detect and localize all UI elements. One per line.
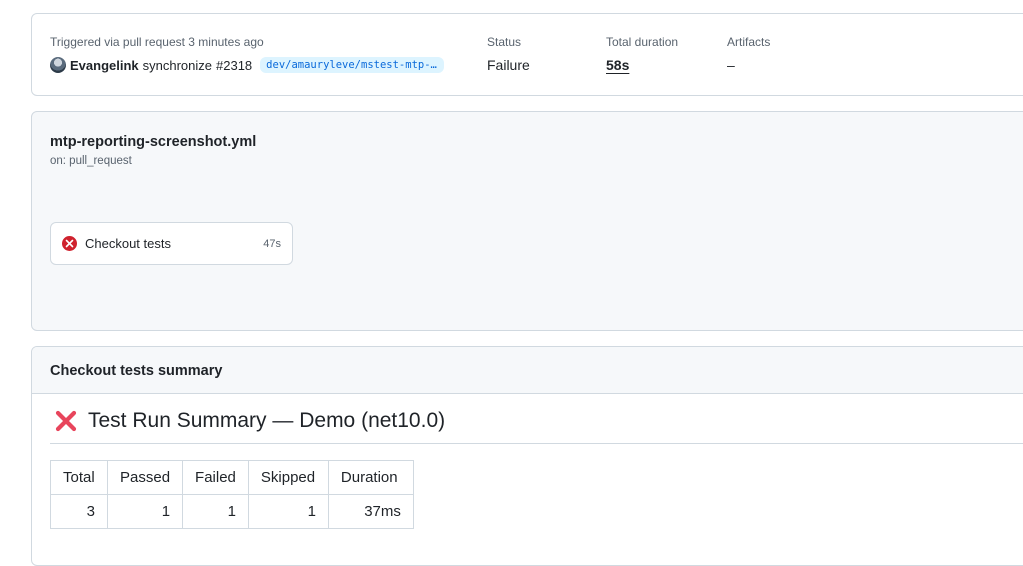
status-label: Status xyxy=(487,35,522,49)
cell-failed: 1 xyxy=(182,494,249,529)
job-checkout-tests[interactable]: Checkout tests 47s xyxy=(50,222,293,265)
duration-label: Total duration xyxy=(606,35,679,49)
duration-link[interactable]: 58s xyxy=(606,57,678,73)
avatar[interactable] xyxy=(50,57,66,73)
summary-heading-text: Test Run Summary — Demo (net10.0) xyxy=(88,409,446,432)
header-skipped: Skipped xyxy=(247,460,329,495)
summary-header: Checkout tests summary xyxy=(32,347,1023,394)
branch-label[interactable]: dev/amauryleve/mstest-mtp-b… xyxy=(260,57,445,73)
artifacts-value: – xyxy=(727,57,735,73)
table-row: 3 1 1 1 37ms xyxy=(50,494,414,529)
cell-total: 3 xyxy=(50,494,108,529)
table-header-row: Total Passed Failed Skipped Duration xyxy=(50,460,414,495)
pr-number-link[interactable]: #2318 xyxy=(216,58,252,73)
actor-link[interactable]: Evangelink xyxy=(70,58,139,73)
run-info-card: Triggered via pull request 3 minutes ago… xyxy=(31,13,1023,96)
header-failed: Failed xyxy=(182,460,249,495)
duration-section: Total duration 58s xyxy=(606,35,678,73)
event-name: synchronize xyxy=(142,57,213,73)
summary-heading: Test Run Summary — Demo (net10.0) xyxy=(54,409,445,433)
trigger-row: Evangelink synchronize #2318 dev/amauryl… xyxy=(50,57,445,73)
workflow-graph-card: mtp-reporting-screenshot.yml on: pull_re… xyxy=(31,111,1023,331)
cell-duration: 37ms xyxy=(327,494,414,529)
cell-skipped: 1 xyxy=(247,494,329,529)
results-table: Total Passed Failed Skipped Duration 3 1… xyxy=(50,460,414,529)
workflow-file-name: mtp-reporting-screenshot.yml xyxy=(50,134,257,150)
header-duration: Duration xyxy=(327,460,414,495)
cell-passed: 1 xyxy=(106,494,184,529)
cross-mark-icon xyxy=(54,409,78,433)
heading-divider xyxy=(50,443,1023,444)
artifacts-section: Artifacts – xyxy=(727,35,770,73)
trigger-text: Triggered via pull request 3 minutes ago xyxy=(50,35,264,49)
status-value: Failure xyxy=(487,57,530,73)
x-circle-icon xyxy=(62,236,77,251)
header-passed: Passed xyxy=(106,460,184,495)
artifacts-label: Artifacts xyxy=(727,35,771,49)
status-section: Status Failure xyxy=(487,35,530,73)
workflow-trigger: on: pull_request xyxy=(50,155,132,167)
job-summary-card: Checkout tests summary Test Run Summary … xyxy=(31,346,1023,566)
job-name: Checkout tests xyxy=(85,236,171,251)
header-total: Total xyxy=(50,460,108,495)
job-duration: 47s xyxy=(263,237,281,250)
